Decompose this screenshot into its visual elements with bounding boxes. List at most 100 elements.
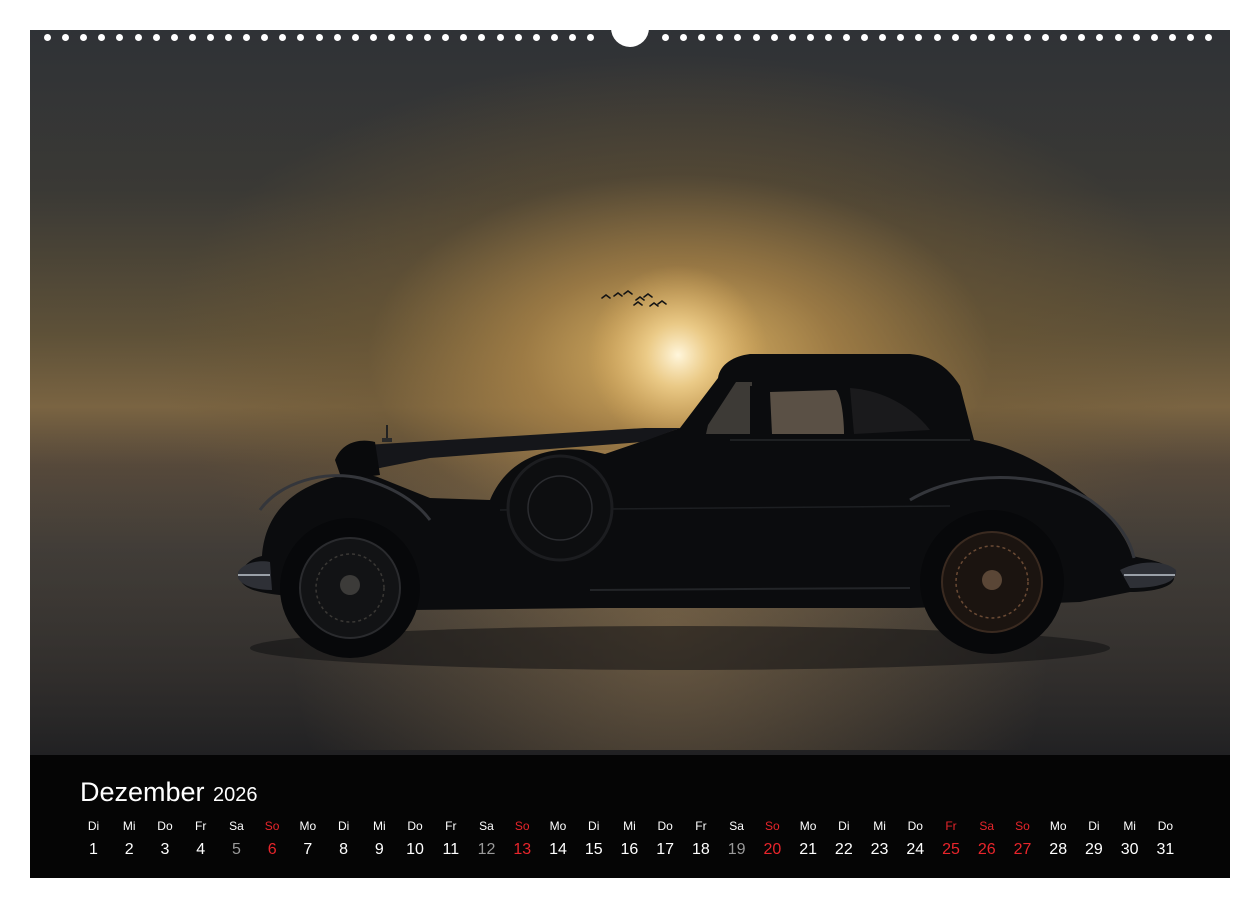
binding-hole (496, 34, 504, 41)
rear-wheel (920, 510, 1064, 654)
binding-hole (134, 34, 142, 41)
binding-hole (170, 34, 178, 41)
binding-hole (424, 34, 432, 41)
binding-hole (824, 34, 832, 41)
date-number: 23 (870, 841, 889, 858)
weekday-label: So (514, 819, 530, 833)
binding-hole (98, 34, 106, 41)
weekday-label: Do (407, 819, 423, 833)
binding-hole (1150, 34, 1158, 41)
binding-hole (698, 34, 706, 41)
date-number: 14 (549, 841, 567, 858)
binding-hole (297, 34, 305, 41)
binding-hole (44, 34, 51, 41)
binding-hole (1060, 34, 1068, 41)
binding-hole (387, 34, 395, 41)
weekday-label: Di (838, 819, 850, 833)
binding-hole (206, 34, 214, 41)
date-number: 12 (477, 841, 496, 858)
binding-hole (460, 34, 468, 41)
binding-hole (152, 34, 160, 41)
binding-hole (752, 34, 760, 41)
binding-hole (1205, 34, 1212, 41)
date-number: 18 (692, 841, 710, 858)
binding-hole (1168, 34, 1176, 41)
calendar-photo (30, 30, 1230, 755)
binding-hole (568, 34, 576, 41)
binding-hole (279, 34, 287, 41)
year: 2026 (213, 784, 258, 806)
weekday-label: Fr (445, 819, 457, 833)
binding-hole (915, 34, 923, 41)
date-number: 21 (799, 841, 817, 858)
weekday-label: Mo (299, 819, 317, 833)
binding-hole (788, 34, 796, 41)
date-number: 16 (620, 841, 639, 858)
binding-hole (861, 34, 869, 41)
binding-hole (1042, 34, 1050, 41)
date-number: 1 (89, 841, 98, 858)
date-number: 22 (834, 841, 853, 858)
month-name: Dezember (80, 777, 205, 807)
front-wheel (280, 518, 420, 658)
binding-hole (587, 34, 594, 41)
date-number: 10 (406, 841, 424, 858)
binding-hole (261, 34, 269, 41)
weekday-label: So (765, 819, 780, 833)
binding-hole (1096, 34, 1104, 41)
binding-hole (369, 34, 377, 41)
weekday-label: Mi (623, 819, 636, 833)
window-rear (770, 390, 844, 434)
weekday-label: Mi (873, 819, 886, 833)
date-number: 15 (584, 841, 603, 858)
binding-hole (333, 34, 341, 41)
binding-hole (897, 34, 905, 41)
binding-hole (1114, 34, 1122, 41)
binding-hole (662, 34, 669, 41)
calendar-page: Dezember 2026 Di 1 Mi 2 Do 3 Fr 4 Sa 5 So 6 Mo 7 Di 8 Mi… (0, 0, 1260, 908)
weekday-label: Di (1088, 819, 1100, 833)
binding-hole (442, 34, 450, 41)
binding-hole (933, 34, 941, 41)
date-number: 11 (442, 841, 460, 858)
binding-hole (80, 34, 88, 41)
weekday-label: Di (337, 819, 350, 833)
date-number: 8 (339, 841, 349, 858)
date-number: 31 (1156, 841, 1175, 858)
binding-hole (550, 34, 558, 41)
binding-hole (225, 34, 232, 41)
binding-hole (1078, 34, 1086, 41)
date-number: 5 (231, 841, 241, 858)
weekday-label: Do (907, 819, 923, 833)
binding-hole (1024, 34, 1031, 41)
weekday-label: Sa (729, 819, 744, 833)
date-number: 20 (763, 841, 782, 858)
weekday-label: So (1015, 819, 1030, 833)
binding-hole (514, 34, 522, 41)
weekday-label: Mi (372, 819, 386, 833)
binding-hole (806, 34, 814, 41)
date-number: 26 (977, 841, 996, 858)
car-silhouette-image (30, 265, 1230, 755)
binding-hole (1005, 34, 1013, 41)
date-number: 17 (656, 841, 675, 858)
date-number: 4 (196, 841, 206, 858)
weekday-label: Di (87, 819, 100, 833)
weekday-label: Di (588, 819, 600, 833)
date-number: 9 (374, 841, 384, 858)
binding-hole (406, 34, 413, 41)
weekday-label: Mi (1123, 819, 1136, 833)
weekday-label: Sa (479, 819, 494, 833)
binding-hole (951, 34, 959, 41)
date-number: 29 (1085, 841, 1103, 858)
month-calendar-band: Dezember 2026 Di 1 Mi 2 Do 3 Fr 4 Sa 5 So 6 Mo 7 Di 8 Mi… (30, 755, 1230, 878)
binding-hole (315, 34, 323, 41)
date-number: 19 (727, 841, 746, 858)
weekday-label: Fr (695, 819, 707, 833)
binding-hole (532, 34, 540, 41)
date-number: 2 (124, 841, 134, 858)
binding-hole (243, 34, 251, 41)
date-number: 24 (906, 841, 925, 858)
month-title: Dezember 2026 (80, 777, 258, 808)
weekday-label: Do (1157, 819, 1174, 833)
